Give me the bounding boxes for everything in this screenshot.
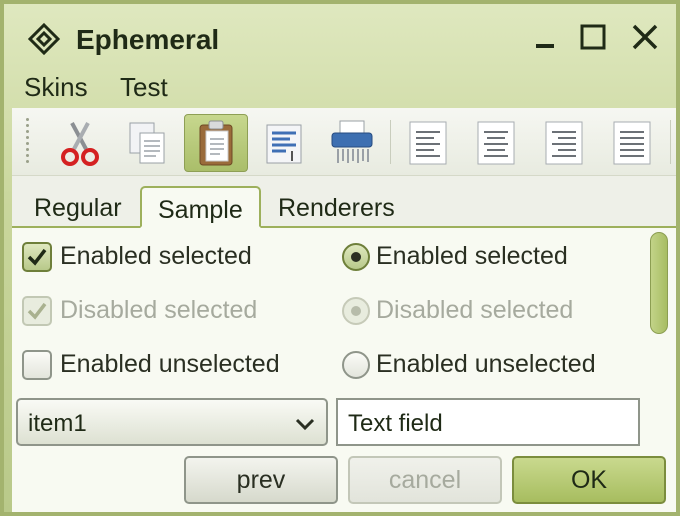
checkbox-label: Disabled selected [60,296,258,324]
menu-skins[interactable]: Skins [24,72,88,103]
checkbox-disabled-selected [22,296,52,326]
toolbar-separator [390,120,391,164]
align-justify-icon [613,121,651,165]
paste-button[interactable] [184,114,248,172]
cut-button[interactable] [48,114,112,172]
ok-button[interactable]: OK [512,456,666,504]
tab-strip: Regular Sample Renderers [12,184,676,228]
radio-enabled-unselected[interactable] [342,351,370,379]
copy-icon [129,122,165,164]
tab-renderers[interactable]: Renderers [262,186,411,228]
radio-enabled-selected[interactable] [342,243,370,271]
radio-disabled-selected [342,297,370,325]
checkbox-enabled-selected[interactable] [22,242,52,272]
cancel-button: cancel [348,456,502,504]
shredder-button[interactable] [320,114,384,172]
copy-button[interactable] [116,114,180,172]
window-title: Ephemeral [76,24,220,55]
align-right-icon [545,121,583,165]
app-diamond-icon [28,23,60,55]
item-combobox[interactable]: item1 [16,398,328,446]
checkmark-icon [27,248,47,266]
align-left-button[interactable] [396,114,460,172]
chevron-down-icon [295,418,315,431]
tab-sample[interactable]: Sample [140,186,261,228]
align-center-button[interactable] [464,114,528,172]
app-window: Ephemeral Skins Test Regular Sample Rend… [0,0,680,516]
toolbar [12,108,676,176]
menu-bar: Skins Test [8,66,680,108]
radio-dot [351,252,361,262]
title-bar[interactable]: Ephemeral [8,8,680,66]
text-field-value: Text field [348,410,443,437]
maximize-icon[interactable] [574,18,612,56]
toolbar-grip[interactable] [24,118,32,166]
radio-label: Enabled unselected [376,350,596,378]
text-field[interactable]: Text field [336,398,640,446]
vertical-scrollbar[interactable] [650,232,670,462]
content-area: Regular Sample Renderers Enabled selecte… [12,108,676,512]
menu-test[interactable]: Test [120,72,168,103]
cut-icon [61,122,99,166]
checkbox-label: Enabled selected [60,242,252,270]
paste-icon [199,120,233,166]
minimize-icon[interactable] [526,18,564,56]
find-icon [266,124,302,164]
align-left-icon [409,121,447,165]
align-center-icon [477,121,515,165]
toolbar-separator [670,120,671,164]
checkmark-icon [27,302,47,320]
combobox-value: item1 [28,410,87,437]
tab-regular[interactable]: Regular [18,186,138,228]
radio-label: Enabled selected [376,242,568,270]
align-right-button[interactable] [532,114,596,172]
close-icon[interactable] [626,18,664,56]
shredder-icon [331,120,373,163]
radio-label: Disabled selected [376,296,574,324]
prev-button[interactable]: prev [184,456,338,504]
checkbox-label: Enabled unselected [60,350,280,378]
checkbox-enabled-unselected[interactable] [22,350,52,380]
align-justify-button[interactable] [600,114,664,172]
radio-dot [351,306,361,316]
find-button[interactable] [252,114,316,172]
scrollbar-thumb[interactable] [650,232,668,334]
